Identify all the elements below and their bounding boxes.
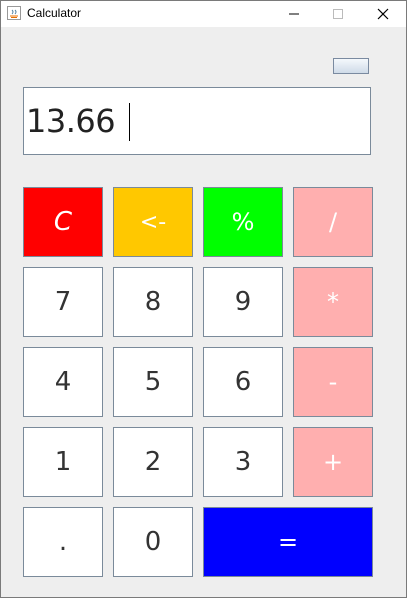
display-value: 13.66 <box>26 102 116 140</box>
percent-button[interactable]: % <box>203 187 283 257</box>
close-icon <box>377 8 389 20</box>
title-bar: Calculator <box>1 1 406 27</box>
digit-2-button[interactable]: 2 <box>113 427 193 497</box>
maximize-icon <box>333 9 343 19</box>
minimize-icon <box>289 13 299 15</box>
digit-0-button[interactable]: 0 <box>113 507 193 577</box>
display-field[interactable]: 13.66 <box>23 87 371 155</box>
digit-9-button[interactable]: 9 <box>203 267 283 337</box>
digit-4-button[interactable]: 4 <box>23 347 103 417</box>
minimize-button[interactable] <box>271 1 317 27</box>
digit-6-button[interactable]: 6 <box>203 347 283 417</box>
decimal-button[interactable]: . <box>23 507 103 577</box>
clear-button[interactable]: C <box>23 187 103 257</box>
window-title: Calculator <box>27 6 82 20</box>
subtract-button[interactable]: - <box>293 347 373 417</box>
calculator-window: Calculator 13.66 C <- % / 7 8 9 * 4 5 6 … <box>0 0 407 598</box>
maximize-button[interactable] <box>315 1 361 27</box>
digit-3-button[interactable]: 3 <box>203 427 283 497</box>
add-button[interactable]: + <box>293 427 373 497</box>
divide-button[interactable]: / <box>293 187 373 257</box>
digit-1-button[interactable]: 1 <box>23 427 103 497</box>
backspace-button[interactable]: <- <box>113 187 193 257</box>
digit-8-button[interactable]: 8 <box>113 267 193 337</box>
text-caret <box>129 103 130 141</box>
equals-button[interactable]: = <box>203 507 373 577</box>
unlabeled-button[interactable] <box>333 58 369 74</box>
multiply-button[interactable]: * <box>293 267 373 337</box>
close-button[interactable] <box>360 1 406 27</box>
digit-7-button[interactable]: 7 <box>23 267 103 337</box>
java-app-icon <box>7 6 21 20</box>
digit-5-button[interactable]: 5 <box>113 347 193 417</box>
